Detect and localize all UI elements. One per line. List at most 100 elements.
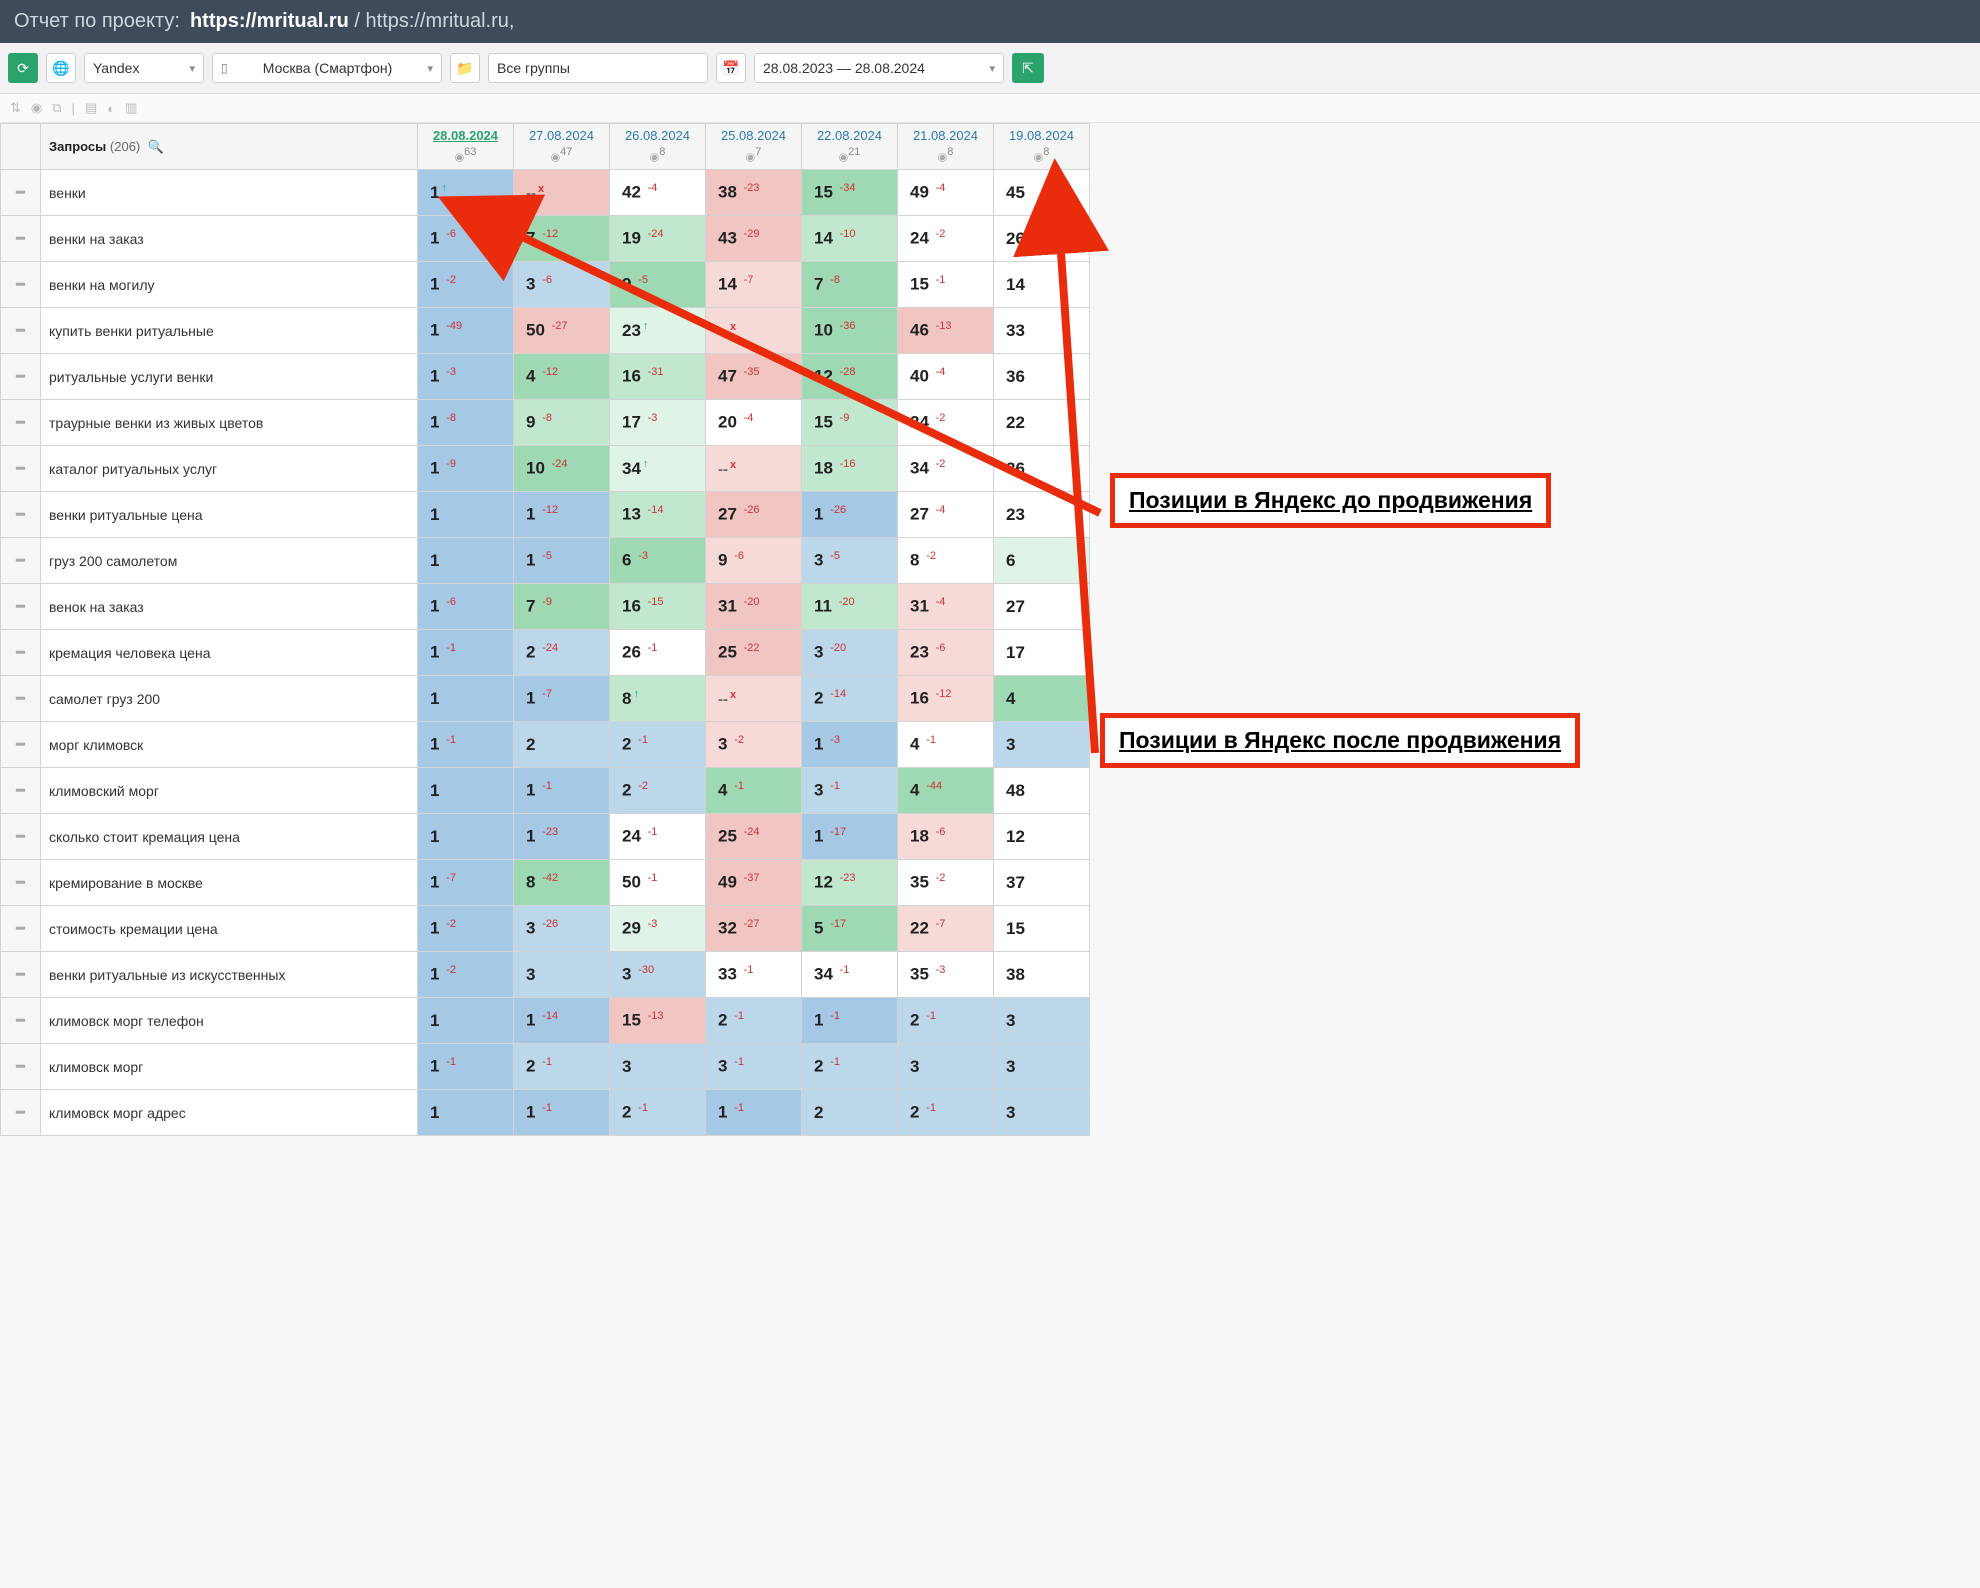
drag-handle[interactable]: ━ xyxy=(1,584,41,630)
region-label: Москва (Смартфон) xyxy=(263,60,392,76)
query-cell[interactable]: климовск морг xyxy=(41,1044,418,1090)
query-cell[interactable]: климовск морг телефон xyxy=(41,998,418,1044)
queries-header[interactable]: Запросы (206) 🔍 xyxy=(41,124,418,170)
positions-table: Запросы (206) 🔍 28.08.2024◉6327.08.2024◉… xyxy=(0,123,1090,1136)
refresh-button[interactable]: ⟳ xyxy=(8,53,38,83)
query-cell[interactable]: кремирование в москве xyxy=(41,860,418,906)
position-cell: 13 -14 xyxy=(610,492,706,538)
query-cell[interactable]: морг климовск xyxy=(41,722,418,768)
position-cell: 2 -1 xyxy=(610,1090,706,1136)
position-cell: 1 -7 xyxy=(418,860,514,906)
callout-before: Позиции в Яндекс до продвижения xyxy=(1110,473,1551,528)
query-cell[interactable]: венки xyxy=(41,170,418,216)
position-cell: 2 xyxy=(514,722,610,768)
position-cell: 1 xyxy=(418,768,514,814)
query-cell[interactable]: стоимость кремации цена xyxy=(41,906,418,952)
query-cell[interactable]: венки на заказ xyxy=(41,216,418,262)
query-cell[interactable]: венки ритуальные из искусственных xyxy=(41,952,418,998)
query-cell[interactable]: климовск морг адрес xyxy=(41,1090,418,1136)
drag-handle[interactable]: ━ xyxy=(1,768,41,814)
table-row: ━климовск морг1 -12 -133 -12 -133 xyxy=(1,1044,1090,1090)
drag-handle[interactable]: ━ xyxy=(1,952,41,998)
drag-handle[interactable]: ━ xyxy=(1,354,41,400)
region-select[interactable]: ▯ Москва (Смартфон) ▾ xyxy=(212,53,442,83)
drag-handle[interactable]: ━ xyxy=(1,400,41,446)
search-icon[interactable]: 🔍 xyxy=(148,139,164,154)
daterange-select[interactable]: 28.08.2023 — 28.08.2024 ▾ xyxy=(754,53,1004,83)
position-cell: 6 -3 xyxy=(610,538,706,584)
position-cell: 1 -12 xyxy=(514,492,610,538)
query-cell[interactable]: венки ритуальные цена xyxy=(41,492,418,538)
position-cell: 15 xyxy=(994,906,1090,952)
position-cell: 1 xyxy=(418,814,514,860)
position-cell: 8 -42 xyxy=(514,860,610,906)
date-col-4[interactable]: 22.08.2024◉21 xyxy=(802,124,898,170)
date-col-0[interactable]: 28.08.2024◉63 xyxy=(418,124,514,170)
date-col-5[interactable]: 21.08.2024◉8 xyxy=(898,124,994,170)
query-cell[interactable]: климовский морг xyxy=(41,768,418,814)
moon-icon[interactable]: ◐ xyxy=(107,101,115,116)
globe-button[interactable]: 🌐 xyxy=(46,53,76,83)
chart-icon[interactable]: ▥ xyxy=(125,100,137,116)
date-col-1[interactable]: 27.08.2024◉47 xyxy=(514,124,610,170)
position-cell: 1 -1 xyxy=(418,1044,514,1090)
date-col-2[interactable]: 26.08.2024◉8 xyxy=(610,124,706,170)
query-cell[interactable]: купить венки ритуальные xyxy=(41,308,418,354)
header-project-url[interactable]: https://mritual.ru xyxy=(190,10,349,32)
drag-handle[interactable]: ━ xyxy=(1,262,41,308)
query-cell[interactable]: венки на могилу xyxy=(41,262,418,308)
date-col-3[interactable]: 25.08.2024◉7 xyxy=(706,124,802,170)
export-button[interactable]: ⇱ xyxy=(1012,53,1044,83)
drag-handle[interactable]: ━ xyxy=(1,814,41,860)
folder-button[interactable]: 📁 xyxy=(450,53,480,83)
drag-handle[interactable]: ━ xyxy=(1,170,41,216)
drag-handle[interactable]: ━ xyxy=(1,860,41,906)
group-select[interactable]: Все группы xyxy=(488,53,708,83)
position-cell: 1 -3 xyxy=(418,354,514,400)
drag-handle[interactable]: ━ xyxy=(1,1090,41,1136)
position-cell: 3 xyxy=(610,1044,706,1090)
calendar-button[interactable]: 📅 xyxy=(716,53,746,83)
drag-handle[interactable]: ━ xyxy=(1,722,41,768)
sort-icon[interactable]: ⇅ xyxy=(10,100,21,116)
drag-handle[interactable]: ━ xyxy=(1,492,41,538)
query-cell[interactable]: сколько стоит кремация цена xyxy=(41,814,418,860)
query-cell[interactable]: самолет груз 200 xyxy=(41,676,418,722)
save-icon[interactable]: ▤ xyxy=(85,100,97,116)
position-cell: 5 -17 xyxy=(802,906,898,952)
position-cell: --x xyxy=(706,676,802,722)
position-cell: 22 -7 xyxy=(898,906,994,952)
position-cell: 3 -2 xyxy=(706,722,802,768)
position-cell: --x xyxy=(706,308,802,354)
position-cell: 37 xyxy=(994,860,1090,906)
drag-handle[interactable]: ━ xyxy=(1,906,41,952)
position-cell: 26 xyxy=(994,216,1090,262)
position-cell: 35 -3 xyxy=(898,952,994,998)
query-cell[interactable]: ритуальные услуги венки xyxy=(41,354,418,400)
position-cell: 31 -20 xyxy=(706,584,802,630)
position-cell: 17 -3 xyxy=(610,400,706,446)
position-cell: --x xyxy=(514,170,610,216)
drag-handle[interactable]: ━ xyxy=(1,676,41,722)
query-cell[interactable]: кремация человека цена xyxy=(41,630,418,676)
date-col-6[interactable]: 19.08.2024◉8 xyxy=(994,124,1090,170)
query-cell[interactable]: траурные венки из живых цветов xyxy=(41,400,418,446)
tag-icon[interactable]: ◉ xyxy=(31,100,42,116)
position-cell: 1 xyxy=(418,538,514,584)
searchengine-select[interactable]: Yandex ▾ xyxy=(84,53,204,83)
link-icon[interactable]: ⧉ xyxy=(52,100,61,116)
searchengine-label: Yandex xyxy=(93,60,139,76)
table-row: ━траурные венки из живых цветов1 -89 -81… xyxy=(1,400,1090,446)
drag-handle[interactable]: ━ xyxy=(1,1044,41,1090)
table-row: ━самолет груз 20011 -78--x2 -1416 -124 xyxy=(1,676,1090,722)
drag-handle[interactable]: ━ xyxy=(1,630,41,676)
drag-handle[interactable]: ━ xyxy=(1,216,41,262)
drag-handle[interactable]: ━ xyxy=(1,446,41,492)
query-cell[interactable]: каталог ритуальных услуг xyxy=(41,446,418,492)
drag-handle[interactable]: ━ xyxy=(1,308,41,354)
query-cell[interactable]: венок на заказ xyxy=(41,584,418,630)
drag-handle[interactable]: ━ xyxy=(1,538,41,584)
drag-handle[interactable]: ━ xyxy=(1,998,41,1044)
query-cell[interactable]: груз 200 самолетом xyxy=(41,538,418,584)
chevron-down-icon: ▾ xyxy=(427,62,433,75)
